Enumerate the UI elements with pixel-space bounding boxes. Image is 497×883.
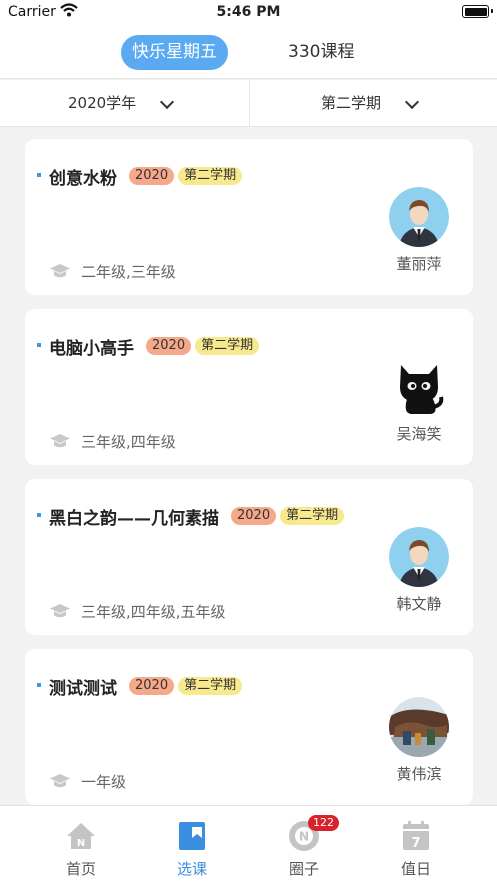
teacher-name: 韩文静 (396, 595, 442, 613)
course-list[interactable]: 创意水粉 2020 第二学期 董丽萍 二年级,三年级 电脑小高手 2020 第二… (0, 127, 497, 805)
title-bullet (37, 513, 41, 517)
teacher-name: 吴海笑 (396, 425, 442, 443)
tab-label: 选课 (176, 860, 207, 878)
course-card[interactable]: 测试测试 2020 第二学期 黄伟滨 一年级 (25, 649, 473, 805)
clock: 5:46 PM (216, 4, 281, 20)
term-badge: 第二学期 (178, 167, 243, 185)
title-bullet (37, 683, 41, 687)
photo-avatar[interactable] (389, 697, 449, 757)
tab-duty[interactable]: 7 值日 (354, 806, 478, 883)
term-badge: 第二学期 (280, 507, 345, 525)
graduation-cap-icon (50, 264, 70, 278)
tab-circle[interactable]: N 122 圈子 (242, 806, 366, 883)
status-bar: Carrier 5:46 PM (0, 0, 497, 26)
course-card[interactable]: 黑白之韵——几何素描 2020 第二学期 韩文静 三年级,四年级,五年级 (25, 479, 473, 635)
tab-330-courses[interactable]: 330课程 (280, 35, 362, 70)
course-title: 黑白之韵——几何素描 (49, 508, 219, 529)
tab-home[interactable]: N 首页 (19, 806, 143, 883)
chevron-down-icon (159, 94, 175, 110)
year-badge: 2020 (231, 507, 277, 525)
top-tab-bar: 快乐星期五 330课程 (0, 26, 497, 79)
svg-text:N: N (77, 838, 85, 849)
course-card[interactable]: 创意水粉 2020 第二学期 董丽萍 二年级,三年级 (25, 139, 473, 295)
svg-text:N: N (299, 830, 309, 844)
grade-levels: 三年级,四年级,五年级 (81, 602, 226, 621)
term-dropdown-label: 第二学期 (321, 94, 382, 112)
graduation-cap-icon (50, 774, 70, 788)
year-dropdown-label: 2020学年 (68, 94, 137, 112)
term-badge: 第二学期 (195, 337, 260, 355)
chevron-down-icon (404, 94, 420, 110)
tab-happy-friday[interactable]: 快乐星期五 (121, 35, 228, 70)
battery-icon (462, 5, 493, 18)
grade-levels: 三年级,四年级 (81, 432, 176, 451)
bottom-tab-bar: N 首页 选课 N 122 圈子 7 值日 (0, 805, 497, 883)
tab-label: 首页 (65, 860, 96, 878)
black-cat-avatar-icon[interactable] (389, 357, 449, 417)
course-card[interactable]: 电脑小高手 2020 第二学期 吴海笑 三年级,四年级 (25, 309, 473, 465)
home-icon: N (67, 823, 95, 849)
title-bullet (37, 173, 41, 177)
title-bullet (37, 343, 41, 347)
year-badge: 2020 (129, 677, 175, 695)
graduation-cap-icon (50, 434, 70, 448)
year-badge: 2020 (146, 337, 192, 355)
tab-label: 圈子 (288, 860, 319, 878)
tab-course-selection[interactable]: 选课 (130, 806, 254, 883)
notification-badge: 122 (308, 815, 339, 831)
filter-bar: 2020学年 第二学期 (0, 80, 497, 127)
course-title: 电脑小高手 (49, 338, 134, 359)
grade-levels: 一年级 (81, 772, 127, 791)
graduation-cap-icon (50, 604, 70, 618)
course-title: 测试测试 (49, 678, 117, 699)
teacher-name: 黄伟滨 (396, 765, 442, 783)
man-avatar-icon[interactable] (389, 187, 449, 247)
bookmark-icon (179, 822, 205, 850)
year-badge: 2020 (129, 167, 175, 185)
tab-label: 值日 (400, 860, 431, 878)
course-title: 创意水粉 (49, 168, 117, 189)
calendar-7-icon: 7 (403, 821, 429, 851)
teacher-name: 董丽萍 (396, 255, 442, 273)
year-dropdown[interactable]: 2020学年 (0, 80, 248, 127)
grade-levels: 二年级,三年级 (81, 262, 176, 281)
term-badge: 第二学期 (178, 677, 243, 695)
term-dropdown[interactable]: 第二学期 (249, 80, 497, 127)
svg-text:7: 7 (411, 836, 420, 851)
man-avatar-icon[interactable] (389, 527, 449, 587)
